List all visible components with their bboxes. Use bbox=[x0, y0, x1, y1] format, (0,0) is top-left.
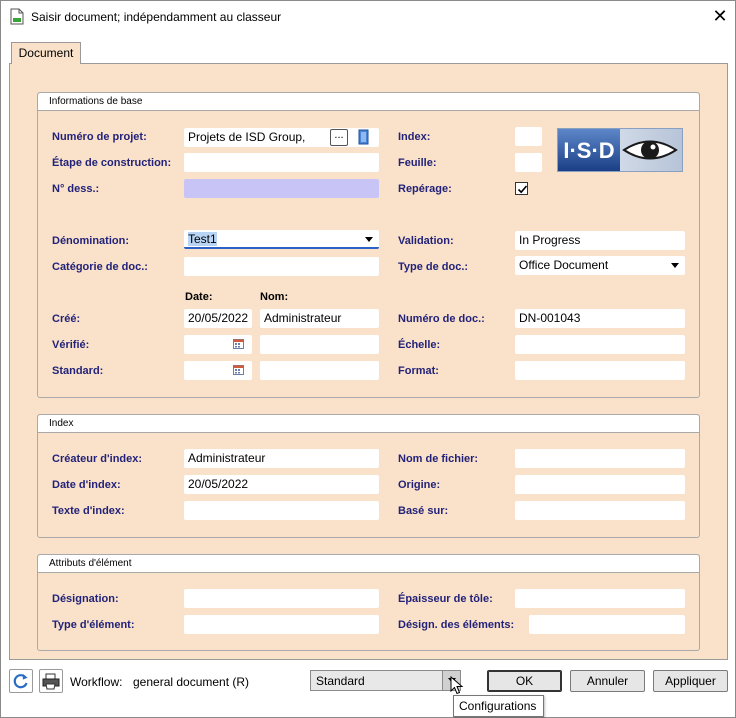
standard-date-field[interactable] bbox=[184, 361, 252, 380]
checked-date-field[interactable] bbox=[184, 335, 252, 354]
scale-label: Échelle: bbox=[398, 339, 441, 351]
name-column-header: Nom: bbox=[260, 291, 289, 303]
checked-name-field[interactable] bbox=[260, 335, 379, 354]
doc-type-value: Office Document bbox=[519, 258, 609, 272]
index-date-field[interactable]: 20/05/2022 bbox=[184, 475, 379, 494]
based-on-field[interactable] bbox=[515, 501, 685, 520]
dialog-window: Saisir document; indépendamment au class… bbox=[0, 0, 736, 718]
index-creator-field[interactable]: Administrateur bbox=[184, 449, 379, 468]
doc-type-combo[interactable]: Office Document bbox=[515, 256, 685, 275]
marking-label: Repérage: bbox=[398, 183, 452, 195]
group-header: Index bbox=[38, 415, 699, 433]
index-text-label: Texte d'index: bbox=[52, 505, 125, 517]
doc-category-field[interactable] bbox=[184, 257, 379, 276]
close-icon: ✕ bbox=[712, 5, 728, 26]
chevron-down-icon bbox=[365, 237, 373, 242]
filename-label: Nom de fichier: bbox=[398, 453, 479, 465]
tab-document[interactable]: Document bbox=[11, 42, 81, 64]
apply-button[interactable]: Appliquer bbox=[653, 670, 728, 692]
printer-icon bbox=[42, 673, 60, 690]
chevron-down-icon bbox=[671, 263, 679, 268]
close-button[interactable]: ✕ bbox=[705, 1, 735, 31]
drawing-number-field[interactable] bbox=[184, 179, 379, 198]
workflow-value: general document (R) bbox=[133, 675, 250, 689]
designation-field[interactable] bbox=[184, 589, 379, 608]
standard-combo-value: Standard bbox=[316, 674, 365, 688]
ok-button[interactable]: OK bbox=[487, 670, 562, 692]
mouse-cursor-icon bbox=[450, 676, 464, 695]
sheet-label: Feuille: bbox=[398, 157, 437, 169]
binder-icon[interactable] bbox=[358, 129, 370, 145]
scale-field[interactable] bbox=[515, 335, 685, 354]
sheet-thickness-field[interactable] bbox=[515, 589, 685, 608]
group-title: Informations de base bbox=[49, 96, 143, 107]
title-bar: Saisir document; indépendamment au class… bbox=[1, 1, 735, 33]
designation-label: Désignation: bbox=[52, 593, 119, 605]
workflow-label: Workflow: bbox=[70, 675, 123, 689]
logo-text: I·S·D bbox=[563, 138, 614, 163]
group-header: Attributs d'élément bbox=[38, 555, 699, 573]
validation-label: Validation: bbox=[398, 235, 454, 247]
filename-field[interactable] bbox=[515, 449, 685, 468]
checked-label: Vérifié: bbox=[52, 339, 90, 351]
group-title: Attributs d'élément bbox=[49, 558, 132, 569]
doc-number-field[interactable]: DN-001043 bbox=[515, 309, 685, 328]
element-type-label: Type d'élément: bbox=[52, 619, 135, 631]
index-creator-label: Créateur d'index: bbox=[52, 453, 143, 465]
created-label: Créé: bbox=[52, 313, 81, 325]
index-date-label: Date d'index: bbox=[52, 479, 121, 491]
doc-type-label: Type de doc.: bbox=[398, 261, 469, 273]
origin-label: Origine: bbox=[398, 479, 441, 491]
created-date-field[interactable]: 20/05/2022 bbox=[184, 309, 252, 328]
browse-button[interactable]: ... bbox=[330, 129, 348, 146]
index-label: Index: bbox=[398, 131, 431, 143]
calendar-icon[interactable] bbox=[233, 338, 244, 349]
configurations-tooltip: Configurations bbox=[453, 695, 544, 717]
cancel-button[interactable]: Annuler bbox=[570, 670, 645, 692]
index-text-field[interactable] bbox=[184, 501, 379, 520]
refresh-icon bbox=[13, 674, 28, 689]
denomination-value: Test1 bbox=[188, 232, 217, 246]
standard-name-field[interactable] bbox=[260, 361, 379, 380]
checkmark-icon bbox=[517, 185, 528, 194]
format-label: Format: bbox=[398, 365, 439, 377]
standard-combo[interactable]: Standard bbox=[310, 670, 461, 691]
window-title: Saisir document; indépendamment au class… bbox=[31, 10, 282, 24]
standard-label: Standard: bbox=[52, 365, 104, 377]
project-number-field[interactable]: Projets de ISD Group, bbox=[184, 128, 379, 147]
document-icon bbox=[10, 8, 24, 25]
denomination-combo[interactable]: Test1 bbox=[184, 230, 379, 249]
project-number-value: Projets de ISD Group, bbox=[188, 130, 306, 144]
drawing-number-label: N° dess.: bbox=[52, 183, 100, 195]
doc-number-label: Numéro de doc.: bbox=[398, 313, 485, 325]
sheet-thickness-label: Épaisseur de tôle: bbox=[398, 593, 493, 605]
project-number-label: Numéro de projet: bbox=[52, 131, 147, 143]
doc-category-label: Catégorie de doc.: bbox=[52, 261, 148, 273]
group-title: Index bbox=[49, 418, 74, 429]
sheet-field[interactable] bbox=[515, 153, 542, 172]
marking-checkbox[interactable] bbox=[515, 182, 528, 195]
denomination-label: Dénomination: bbox=[52, 235, 129, 247]
element-designation-label: Désign. des éléments: bbox=[398, 619, 515, 631]
isd-logo: I·S·D bbox=[557, 128, 683, 172]
index-field[interactable] bbox=[515, 127, 542, 146]
calendar-icon[interactable] bbox=[233, 364, 244, 375]
refresh-button[interactable] bbox=[9, 669, 33, 693]
format-field[interactable] bbox=[515, 361, 685, 380]
group-header: Informations de base bbox=[38, 93, 699, 111]
validation-field[interactable]: In Progress bbox=[515, 231, 685, 250]
print-button[interactable] bbox=[39, 669, 63, 693]
based-on-label: Basé sur: bbox=[398, 505, 449, 517]
origin-field[interactable] bbox=[515, 475, 685, 494]
created-name-field[interactable]: Administrateur bbox=[260, 309, 379, 328]
construction-stage-field[interactable] bbox=[184, 153, 379, 172]
construction-stage-label: Étape de construction: bbox=[52, 157, 172, 169]
date-column-header: Date: bbox=[185, 291, 213, 303]
element-designation-field[interactable] bbox=[529, 615, 685, 634]
element-type-field[interactable] bbox=[184, 615, 379, 634]
